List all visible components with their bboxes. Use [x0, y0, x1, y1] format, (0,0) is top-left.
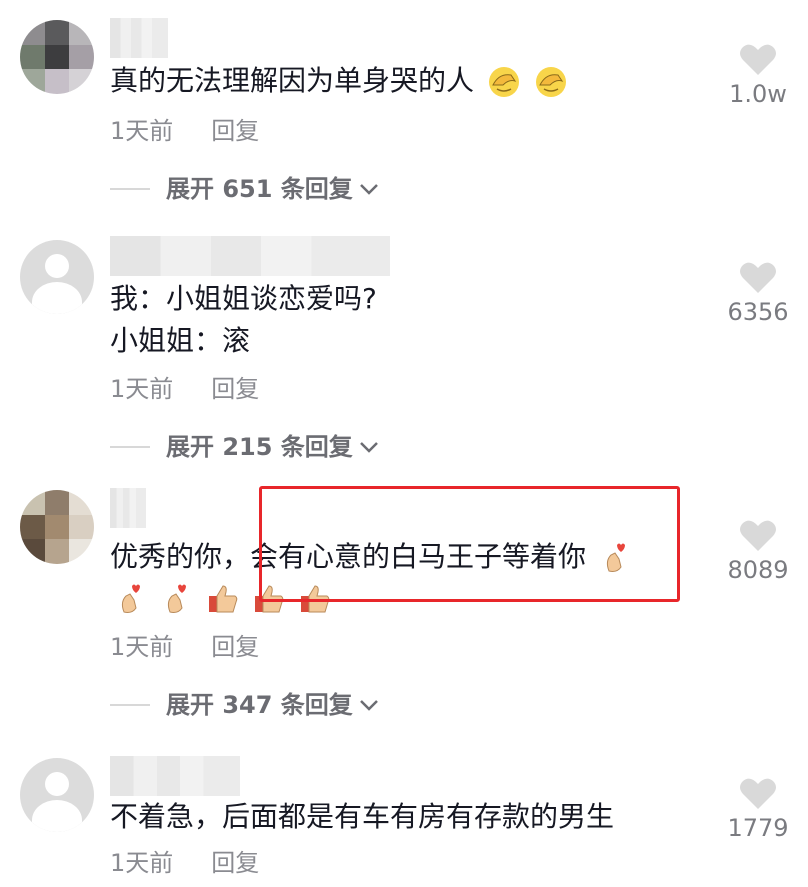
expand-replies-button[interactable]: 展开 215 条回复 — [110, 430, 379, 464]
comment-text-line: 真的无法理解因为单身哭的人 — [110, 64, 475, 97]
comment-item: 真的无法理解因为单身哭的人 1天前 回复 展开 651 条回复 1.0w — [0, 0, 808, 230]
avatar-body-shape — [32, 800, 82, 832]
highlight-box — [259, 486, 680, 602]
like-count: 8089 — [727, 556, 789, 584]
comment-time: 1天前 — [110, 117, 174, 145]
expand-replies-button[interactable]: 展开 651 条回复 — [110, 172, 379, 206]
like-button[interactable]: 8089 — [708, 518, 808, 584]
comment-meta: 1天前 回复 — [110, 372, 259, 406]
facepalm-icon — [535, 67, 566, 97]
divider — [110, 446, 150, 448]
like-button[interactable]: 1779 — [708, 776, 808, 842]
avatar[interactable] — [20, 240, 94, 314]
expand-replies-button[interactable]: 展开 347 条回复 — [110, 688, 379, 722]
comment-meta: 1天前 回复 — [110, 630, 259, 664]
facepalm-icon — [488, 67, 519, 97]
avatar[interactable] — [20, 20, 94, 94]
comment-item: 我：小姐姐谈恋爱吗? 小姐姐：滚 1天前 回复 展开 215 条回复 6356 — [0, 230, 808, 490]
like-count: 1.0w — [729, 80, 787, 108]
chevron-down-icon — [359, 440, 379, 454]
like-button[interactable]: 6356 — [708, 260, 808, 326]
username-blurred[interactable] — [110, 18, 168, 58]
heart-icon — [740, 520, 776, 551]
finger-heart-icon — [167, 584, 186, 613]
like-count: 1779 — [727, 814, 789, 842]
comment-text-line: 不着急，后面都是有车有房有存款的男生 — [110, 800, 615, 833]
comment-text: 不着急，后面都是有车有房有存款的男生 — [110, 796, 614, 838]
reply-button[interactable]: 回复 — [211, 849, 259, 877]
comment-item: 不着急，后面都是有车有房有存款的男生 1天前 回复 1779 — [0, 748, 808, 887]
comment-time: 1天前 — [110, 849, 174, 877]
username-blurred[interactable] — [110, 756, 240, 796]
chevron-down-icon — [359, 182, 379, 196]
thumbs-up-icon — [209, 585, 238, 613]
expand-replies-label: 展开 347 条回复 — [166, 691, 353, 719]
comment-text: 我：小姐姐谈恋爱吗? — [110, 278, 377, 320]
comment-meta: 1天前 回复 — [110, 846, 259, 880]
comment-meta: 1天前 回复 — [110, 114, 259, 148]
username-blurred[interactable] — [110, 488, 146, 528]
reply-button[interactable]: 回复 — [211, 633, 259, 661]
chevron-down-icon — [359, 698, 379, 712]
reply-button[interactable]: 回复 — [211, 117, 259, 145]
avatar[interactable] — [20, 758, 94, 832]
comment-time: 1天前 — [110, 633, 174, 661]
expand-replies-label: 展开 651 条回复 — [166, 175, 353, 203]
reply-button[interactable]: 回复 — [211, 375, 259, 403]
like-count: 6356 — [727, 298, 789, 326]
like-button[interactable]: 1.0w — [708, 42, 808, 108]
finger-heart-icon — [121, 584, 140, 613]
divider — [110, 704, 150, 706]
comment-text: 小姐姐：滚 — [110, 320, 250, 362]
heart-icon — [740, 262, 776, 293]
comment-text-line: 小姐姐：滚 — [110, 324, 251, 357]
heart-icon — [740, 778, 776, 809]
username-blurred[interactable] — [110, 236, 390, 276]
heart-icon — [740, 44, 776, 75]
avatar[interactable] — [20, 490, 94, 564]
avatar-body-shape — [32, 282, 82, 314]
comment-time: 1天前 — [110, 375, 174, 403]
comment-text: 真的无法理解因为单身哭的人 — [110, 60, 568, 102]
expand-replies-label: 展开 215 条回复 — [166, 433, 353, 461]
avatar-head-shape — [45, 772, 69, 796]
avatar-head-shape — [45, 254, 69, 278]
comment-text-line: 我：小姐姐谈恋爱吗? — [110, 282, 377, 315]
divider — [110, 188, 150, 190]
